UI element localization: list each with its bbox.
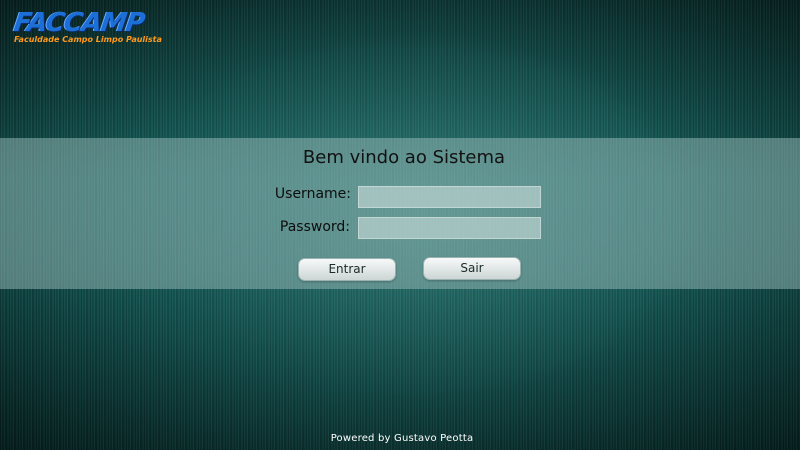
page-title: Bem vindo ao Sistema: [302, 147, 506, 168]
username-input[interactable]: [358, 186, 541, 208]
faccamp-logo: FACCAMP Faculdade Campo Limpo Paulista: [11, 8, 162, 44]
logo-wordmark: FACCAMP: [11, 8, 147, 38]
password-input[interactable]: [358, 217, 541, 239]
password-label: Password:: [279, 219, 350, 235]
exit-button[interactable]: Sair: [423, 257, 521, 280]
footer-credit: Powered by Gustavo Peotta: [330, 433, 474, 444]
username-label: Username:: [274, 186, 351, 202]
enter-button[interactable]: Entrar: [298, 258, 396, 281]
